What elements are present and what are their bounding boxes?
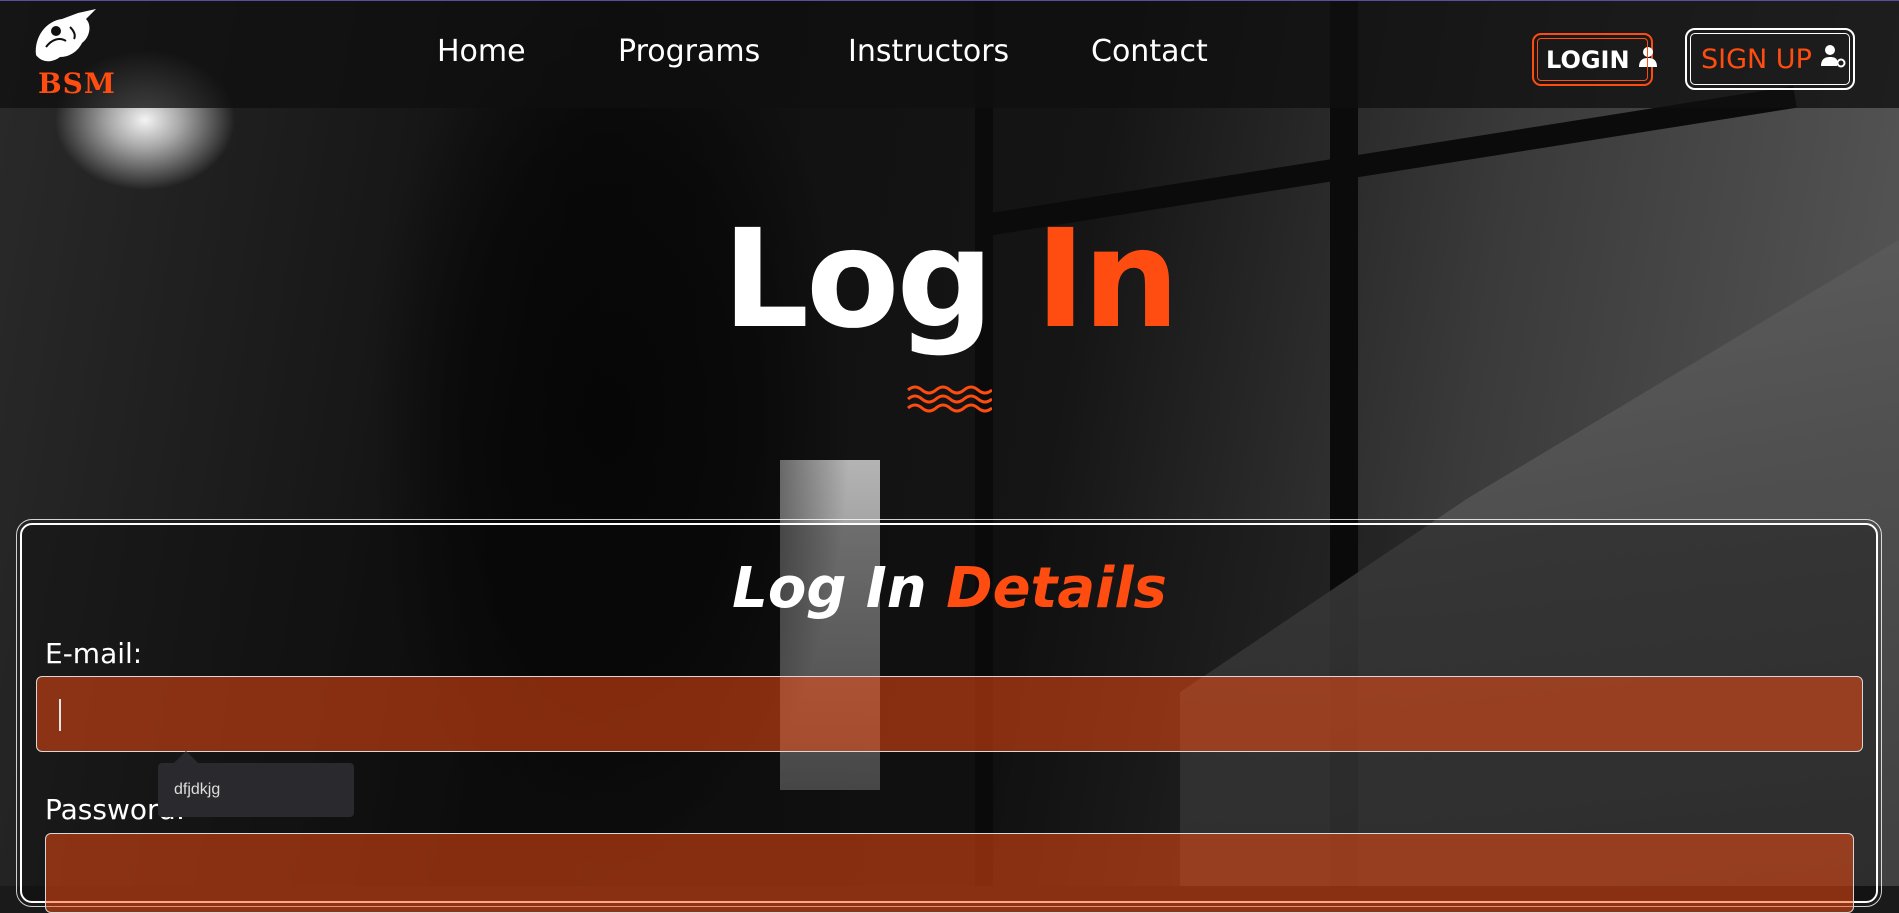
text-caret	[59, 699, 61, 731]
nav-item-contact[interactable]: Contact	[1091, 34, 1208, 69]
signup-label: SIGN UP	[1701, 43, 1812, 75]
login-button[interactable]: LOGIN	[1532, 33, 1657, 86]
user-icon	[1638, 46, 1658, 74]
brand-name: BSM	[38, 67, 116, 100]
email-field[interactable]	[36, 676, 1863, 752]
page-title: Log In	[0, 205, 1899, 355]
email-label: E-mail:	[45, 637, 143, 670]
nav-item-home[interactable]: Home	[437, 34, 526, 69]
form-title-accent: Details	[946, 556, 1167, 621]
page-title-accent: In	[1035, 201, 1179, 359]
autofill-arrow	[174, 751, 198, 763]
form-title-main: Log In	[732, 556, 947, 621]
nav-item-programs[interactable]: Programs	[618, 34, 760, 69]
autofill-suggestion[interactable]: dfjdkjg	[158, 763, 354, 817]
user-gear-icon	[1820, 44, 1846, 75]
login-label: LOGIN	[1546, 45, 1630, 74]
page-title-main: Log	[722, 201, 1036, 359]
password-field[interactable]	[45, 833, 1854, 913]
signup-button[interactable]: SIGN UP	[1685, 28, 1855, 90]
waves-icon	[906, 382, 993, 416]
nav-item-instructors[interactable]: Instructors	[848, 34, 1009, 69]
top-navigation-bar: BSM Home Programs Instructors Contact LO…	[0, 0, 1899, 108]
form-title: Log In Details	[0, 556, 1899, 621]
